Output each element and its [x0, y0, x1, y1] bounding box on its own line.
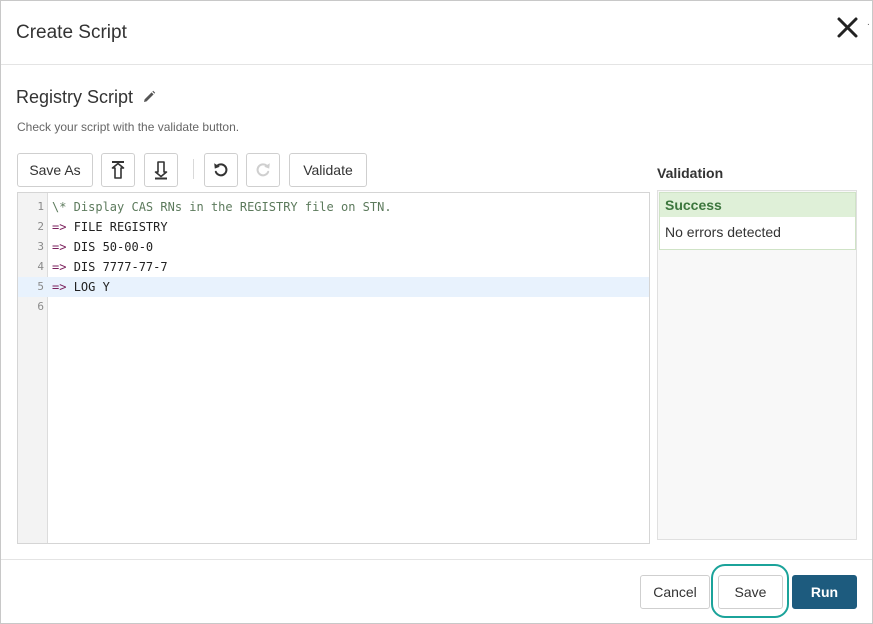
line-number: 3: [37, 240, 44, 253]
line-number: 5: [37, 280, 44, 293]
dialog-header: Create Script: [1, 1, 872, 65]
editor-line-active[interactable]: 5 => LOG Y: [18, 277, 649, 297]
line-number: 4: [37, 260, 44, 273]
validation-result: Success No errors detected: [659, 192, 856, 250]
prompt-arrow: =>: [52, 260, 67, 274]
pencil-icon[interactable]: [142, 90, 156, 104]
run-button[interactable]: Run: [792, 575, 857, 609]
validation-status: Success: [660, 193, 855, 217]
download-button[interactable]: [144, 153, 178, 187]
editor-line[interactable]: 4 => DIS 7777-77-7: [18, 257, 649, 277]
prompt-arrow: =>: [52, 220, 67, 234]
line-number: 1: [37, 200, 44, 213]
validate-hint: Check your script with the validate butt…: [17, 120, 240, 134]
script-name: Registry Script: [16, 86, 134, 107]
redo-button[interactable]: [246, 153, 280, 187]
cancel-button[interactable]: Cancel: [640, 575, 710, 609]
code-text: LOG Y: [73, 280, 110, 294]
script-name-row: Registry Script: [16, 86, 156, 108]
code-text: FILE REGISTRY: [73, 220, 168, 234]
toolbar-separator: [193, 159, 194, 179]
validation-title: Validation: [657, 165, 724, 181]
code-text: DIS 50-00-0: [73, 240, 154, 254]
dialog-title: Create Script: [16, 22, 127, 43]
editor-line[interactable]: 2 => FILE REGISTRY: [18, 217, 649, 237]
code-text: \* Display CAS RNs in the REGISTRY file …: [52, 200, 392, 214]
upload-icon: [109, 160, 127, 180]
validation-message: No errors detected: [665, 224, 781, 240]
download-icon: [152, 160, 170, 180]
edge-mark: .: [867, 17, 870, 28]
create-script-dialog: Create Script . Registry Script Check yo…: [0, 0, 873, 624]
editor-line[interactable]: 6: [18, 297, 649, 317]
script-editor[interactable]: 1 \* Display CAS RNs in the REGISTRY fil…: [17, 192, 650, 544]
validate-button[interactable]: Validate: [289, 153, 367, 187]
prompt-arrow: =>: [52, 280, 67, 294]
code-text: DIS 7777-77-7: [73, 260, 168, 274]
upload-button[interactable]: [101, 153, 135, 187]
prompt-arrow: =>: [52, 240, 67, 254]
undo-icon: [212, 161, 230, 179]
save-as-button[interactable]: Save As: [17, 153, 93, 187]
line-number: 6: [37, 300, 44, 313]
validation-panel: Success No errors detected: [657, 190, 857, 540]
close-icon[interactable]: [833, 14, 861, 42]
line-number: 2: [37, 220, 44, 233]
editor-line[interactable]: 1 \* Display CAS RNs in the REGISTRY fil…: [18, 197, 649, 217]
undo-button[interactable]: [204, 153, 238, 187]
save-button[interactable]: Save: [718, 575, 783, 609]
redo-icon: [254, 161, 272, 179]
editor-line[interactable]: 3 => DIS 50-00-0: [18, 237, 649, 257]
